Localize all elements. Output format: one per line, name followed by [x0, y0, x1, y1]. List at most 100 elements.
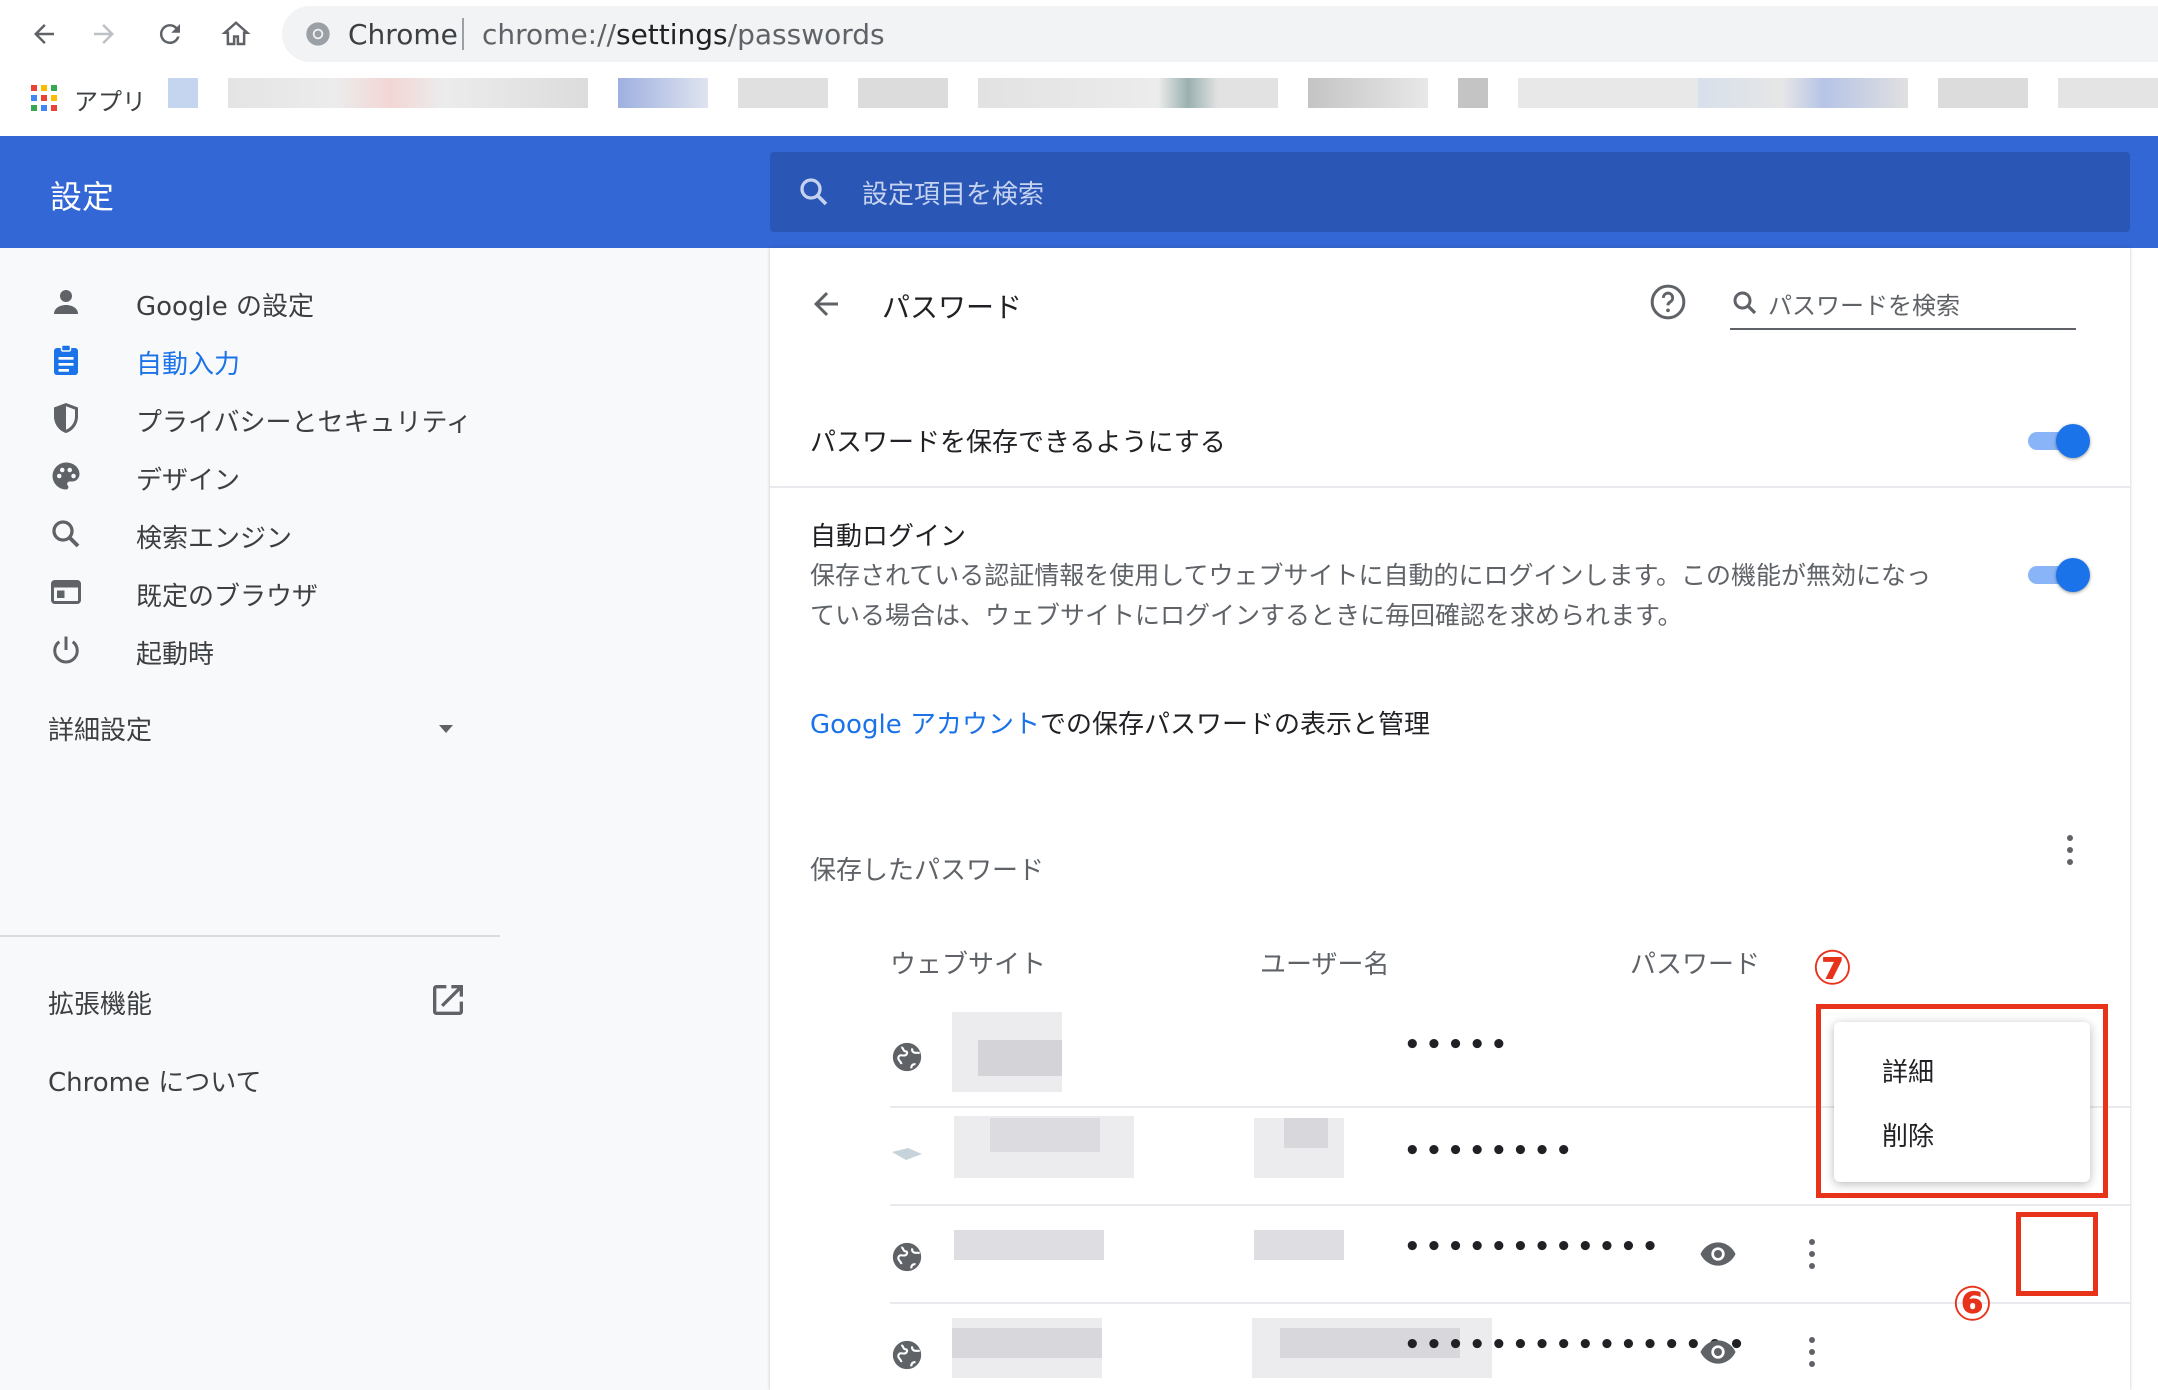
sidebar-item-on-startup[interactable]: 起動時 — [0, 620, 500, 680]
row-divider — [770, 486, 2130, 488]
autosignin-desc-line2: ている場合は、ウェブサイトにログインするときに毎回確認を求められます。 — [810, 601, 1683, 630]
sidebar-item-label: 起動時 — [136, 640, 215, 670]
back-arrow-icon[interactable] — [24, 14, 64, 54]
subpage-title: パスワード — [882, 291, 1023, 324]
blurred-username — [1254, 1230, 1344, 1260]
power-icon — [48, 632, 88, 672]
omnibox-chrome-label: Chrome — [348, 18, 458, 51]
blurred-site — [990, 1118, 1100, 1152]
password-search-placeholder: パスワードを検索 — [1768, 292, 1960, 320]
settings-search-placeholder: 設定項目を検索 — [862, 180, 1045, 210]
offer-save-label: パスワードを保存できるようにする — [810, 428, 1226, 458]
bookmark-item[interactable] — [1938, 78, 2028, 108]
url-scheme: chrome:// — [482, 18, 616, 51]
password-row: •••••••••••••••• — [890, 1304, 2130, 1390]
shield-icon — [48, 400, 88, 440]
autosignin-desc-line1: 保存されている認証情報を使用してウェブサイトに自動的にログインします。この機能が… — [810, 561, 1932, 590]
sidebar-advanced-label: 詳細設定 — [48, 716, 153, 746]
search-icon — [48, 516, 88, 556]
account-manage-text: Google アカウントでの保存パスワードの表示と管理 — [810, 704, 1430, 741]
column-header-website: ウェブサイト — [890, 950, 1047, 980]
bookmark-item[interactable] — [1458, 78, 1488, 108]
url-text: chrome://settings/passwords — [482, 18, 885, 51]
bookmark-item[interactable] — [1698, 78, 1908, 108]
account-manage-label: での保存パスワードの表示と管理 — [1039, 710, 1430, 740]
sidebar-item-label: 検索エンジン — [136, 524, 293, 554]
bookmark-item[interactable] — [858, 78, 948, 108]
bookmark-apps-label[interactable]: アプリ — [74, 82, 146, 117]
row-more-actions-icon[interactable] — [1792, 1332, 1832, 1372]
column-header-password: パスワード — [1630, 950, 1761, 980]
sidebar-item-extensions[interactable]: 拡張機能 — [0, 970, 500, 1030]
row-more-actions-icon[interactable] — [1792, 1234, 1832, 1274]
bookmark-item[interactable] — [1308, 78, 1428, 108]
search-icon — [1730, 288, 1760, 322]
page-title: 設定 — [50, 178, 115, 216]
sidebar-item-about[interactable]: Chrome について — [0, 1048, 500, 1108]
site-favicon-icon — [890, 1144, 924, 1168]
person-icon — [48, 284, 88, 324]
bookmark-item[interactable] — [978, 78, 1278, 108]
browser-icon — [48, 574, 88, 614]
browser-toolbar: Chrome chrome://settings/passwords — [0, 0, 2158, 70]
sidebar-extensions-label: 拡張機能 — [48, 990, 153, 1020]
back-arrow-icon[interactable] — [808, 286, 844, 326]
offer-save-toggle[interactable] — [2028, 420, 2092, 460]
help-icon[interactable] — [1648, 282, 1688, 326]
column-header-username: ユーザー名 — [1260, 950, 1390, 980]
annotation-box-more-button — [2016, 1212, 2098, 1296]
home-icon[interactable] — [216, 14, 256, 54]
annotation-box-menu — [1816, 1004, 2108, 1198]
sidebar-item-privacy[interactable]: プライバシーとセキュリティ — [0, 388, 500, 448]
open-in-new-icon — [428, 980, 468, 1024]
sidebar-item-label: 既定のブラウザ — [136, 582, 319, 612]
globe-icon — [890, 1240, 924, 1278]
saved-passwords-title: 保存したパスワード — [810, 856, 1045, 886]
omnibox-separator — [462, 18, 464, 50]
sidebar-item-autofill[interactable]: 自動入力 — [0, 330, 500, 390]
eye-icon[interactable] — [1698, 1234, 1738, 1278]
sidebar-item-google[interactable]: Google の設定 — [0, 272, 500, 332]
sidebar-divider — [0, 935, 500, 937]
sidebar-item-search-engine[interactable]: 検索エンジン — [0, 504, 500, 564]
address-bar[interactable]: Chrome chrome://settings/passwords — [282, 6, 2158, 62]
sidebar-item-label: 自動入力 — [136, 350, 241, 380]
blurred-site — [978, 1040, 1062, 1076]
bookmarks-bar: アプリ — [0, 70, 2158, 136]
globe-icon — [890, 1338, 924, 1376]
bookmark-item[interactable] — [2058, 78, 2158, 108]
sidebar-item-advanced[interactable]: 詳細設定 — [0, 696, 500, 756]
apps-grid-icon[interactable] — [30, 84, 58, 112]
saved-passwords-more-icon[interactable] — [2050, 830, 2090, 870]
forward-arrow-icon[interactable] — [84, 14, 124, 54]
annotation-marker-7: ⑦ — [1812, 940, 1853, 996]
settings-search-input[interactable]: 設定項目を検索 — [770, 152, 2130, 232]
blurred-site — [952, 1328, 1102, 1358]
assignment-icon — [48, 342, 88, 382]
search-icon — [796, 174, 832, 214]
bookmark-item[interactable] — [618, 78, 708, 108]
bookmark-item[interactable] — [1518, 78, 1698, 108]
reload-icon[interactable] — [150, 14, 190, 54]
sidebar-item-label: Google の設定 — [136, 292, 314, 322]
bookmark-item[interactable] — [738, 78, 828, 108]
blurred-username — [1284, 1118, 1328, 1148]
google-account-link[interactable]: Google アカウント — [810, 710, 1040, 740]
chrome-logo-icon — [304, 20, 332, 52]
password-mask: ••••• — [1404, 1030, 1513, 1060]
autosignin-toggle[interactable] — [2028, 554, 2092, 594]
sidebar-item-label: デザイン — [136, 466, 241, 496]
palette-icon — [48, 458, 88, 498]
sidebar-item-default-browser[interactable]: 既定のブラウザ — [0, 562, 500, 622]
password-search-input[interactable]: パスワードを検索 — [1730, 284, 2076, 330]
sidebar-about-label: Chrome について — [48, 1068, 262, 1098]
blurred-site — [954, 1230, 1104, 1260]
settings-header: 設定 設定項目を検索 — [0, 136, 2158, 248]
sidebar-item-appearance[interactable]: デザイン — [0, 446, 500, 506]
eye-icon[interactable] — [1698, 1332, 1738, 1376]
sidebar: Google の設定 自動入力 プライバシーとセキュリティ デザイン 検索エンジ… — [0, 248, 770, 1390]
password-mask: •••••••• — [1404, 1136, 1577, 1166]
bookmark-item[interactable] — [228, 78, 588, 108]
url-host: settings — [615, 18, 728, 51]
bookmark-item[interactable] — [168, 78, 198, 108]
